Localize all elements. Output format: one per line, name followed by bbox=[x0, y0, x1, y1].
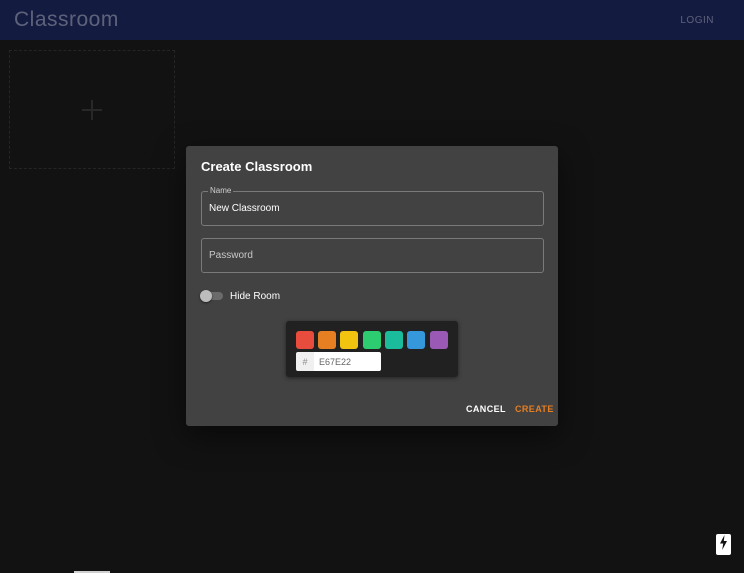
name-field: Name bbox=[201, 186, 544, 226]
hex-color-input[interactable] bbox=[314, 352, 381, 371]
color-swatch-blue[interactable] bbox=[407, 331, 425, 349]
color-swatch-teal[interactable] bbox=[385, 331, 403, 349]
toggle-thumb bbox=[200, 290, 212, 302]
create-button[interactable]: CREATE bbox=[515, 404, 554, 414]
password-input[interactable] bbox=[209, 239, 537, 272]
color-swatch-purple[interactable] bbox=[430, 331, 448, 349]
lightning-bolt-icon bbox=[719, 534, 728, 555]
color-swatch-red[interactable] bbox=[296, 331, 314, 349]
name-input[interactable] bbox=[209, 192, 537, 225]
color-swatch-orange[interactable] bbox=[318, 331, 336, 349]
hide-room-label: Hide Room bbox=[230, 290, 281, 302]
create-classroom-dialog: Create Classroom Name Hide Room # CANCEL… bbox=[186, 146, 558, 426]
hex-prefix: # bbox=[296, 352, 314, 371]
hide-room-toggle[interactable] bbox=[200, 290, 223, 302]
color-swatch-yellow[interactable] bbox=[340, 331, 358, 349]
password-field bbox=[201, 238, 544, 273]
color-swatch-green[interactable] bbox=[363, 331, 381, 349]
hide-room-row: Hide Room bbox=[200, 290, 280, 302]
color-picker: # bbox=[286, 321, 458, 377]
cancel-button[interactable]: CANCEL bbox=[466, 404, 506, 414]
quick-action-button[interactable] bbox=[716, 534, 731, 555]
dialog-title: Create Classroom bbox=[201, 159, 313, 174]
